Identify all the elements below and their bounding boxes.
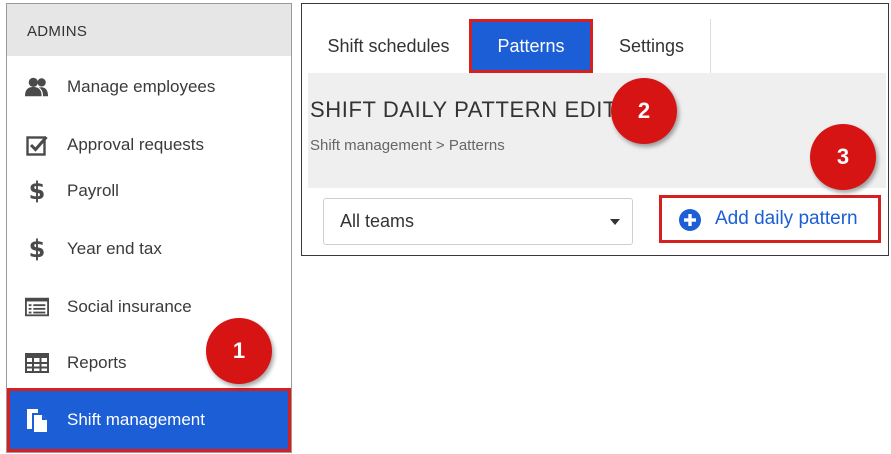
shift-pattern-panel: Shift schedules Patterns Settings SHIFT … bbox=[301, 3, 889, 256]
sidebar-item-year-end-tax[interactable]: $ Year end tax bbox=[7, 229, 291, 269]
dollar-icon: $ bbox=[28, 177, 46, 205]
sidebar-item-approval-requests[interactable]: Approval requests bbox=[7, 125, 291, 165]
callout-number: 3 bbox=[810, 124, 876, 190]
add-daily-pattern-label: Add daily pattern bbox=[715, 208, 858, 229]
callout-number: 2 bbox=[611, 78, 677, 144]
documents-icon bbox=[25, 408, 49, 432]
tab-settings[interactable]: Settings bbox=[593, 19, 711, 73]
tab-shift-schedules[interactable]: Shift schedules bbox=[308, 19, 469, 73]
sidebar-item-label: Year end tax bbox=[67, 239, 162, 258]
callout-marker-3: 3 bbox=[810, 124, 882, 196]
add-daily-pattern-button[interactable]: Add daily pattern bbox=[659, 195, 881, 243]
page-title: SHIFT DAILY PATTERN EDIT bbox=[310, 97, 617, 122]
tab-patterns[interactable]: Patterns bbox=[469, 19, 593, 73]
sidebar-item-label: Social insurance bbox=[67, 297, 192, 316]
table-icon bbox=[25, 351, 49, 375]
sidebar-item-label: Approval requests bbox=[67, 135, 205, 154]
team-filter-value: All teams bbox=[340, 211, 415, 231]
sidebar-item-payroll[interactable]: $ Payroll bbox=[7, 171, 291, 211]
team-filter-select[interactable]: All teams bbox=[323, 198, 633, 245]
breadcrumb[interactable]: Shift management > Patterns bbox=[310, 137, 505, 154]
page-header: SHIFT DAILY PATTERN EDIT Shift managemen… bbox=[308, 73, 886, 188]
sidebar-item-label: Payroll bbox=[67, 181, 119, 200]
sidebar-item-manage-employees[interactable]: Manage employees bbox=[7, 67, 291, 107]
callout-marker-1: 1 bbox=[206, 318, 278, 390]
checkbox-icon bbox=[25, 133, 49, 157]
users-icon bbox=[25, 75, 49, 99]
callout-marker-2: 2 bbox=[611, 78, 683, 150]
sidebar-item-label: Shift management bbox=[67, 410, 205, 429]
sidebar-header: ADMINS bbox=[7, 4, 291, 56]
plus-circle-icon bbox=[679, 209, 701, 236]
tab-bar: Shift schedules Patterns Settings bbox=[308, 19, 886, 73]
list-card-icon bbox=[25, 295, 49, 319]
sidebar-item-label: Manage employees bbox=[67, 77, 216, 96]
caret-down-icon bbox=[610, 219, 620, 225]
sidebar-item-shift-management[interactable]: Shift management bbox=[7, 388, 291, 452]
dollar-icon: $ bbox=[28, 235, 46, 263]
sidebar-item-label: Reports bbox=[67, 353, 127, 372]
callout-number: 1 bbox=[206, 318, 272, 384]
